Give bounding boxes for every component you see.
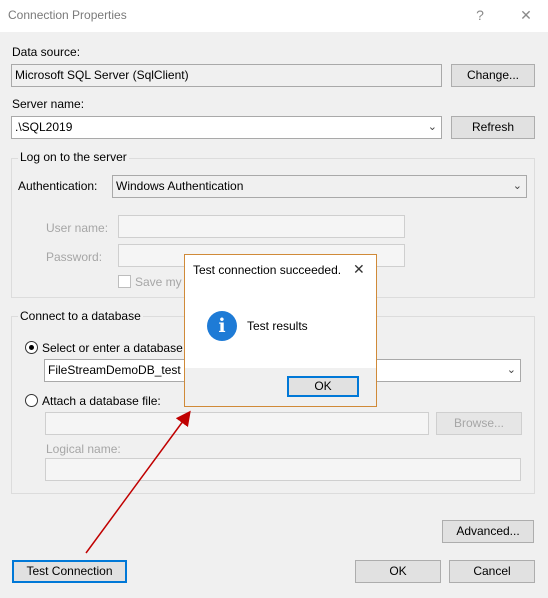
dialog-message: Test results: [247, 319, 308, 333]
test-results-dialog: Test connection succeeded. ✕ i Test resu…: [184, 254, 377, 407]
dialog-title: Test connection succeeded.: [193, 263, 342, 277]
dialog-ok-button[interactable]: OK: [287, 376, 359, 397]
dialog-footer: OK: [185, 368, 376, 406]
info-icon: i: [207, 311, 237, 341]
dialog-close-button[interactable]: ✕: [353, 261, 365, 278]
